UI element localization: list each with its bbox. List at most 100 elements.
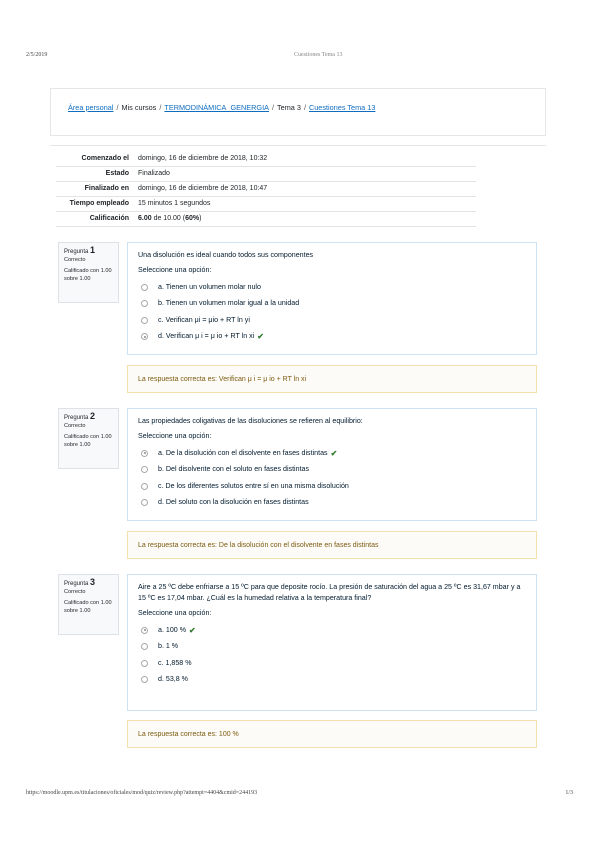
question-status: Correcto: [64, 422, 86, 429]
breadcrumb-separator: /: [159, 103, 162, 112]
summary-value: 6.00 de 10.00 (60%): [135, 212, 201, 226]
grade-percent: 60%: [185, 215, 200, 222]
question-grade: Calificado con 1.00 sobre 1.00: [64, 434, 112, 448]
answer-option-label: c. Verifican μi = μio + RT ln yi: [158, 315, 250, 324]
radio-button[interactable]: [141, 466, 148, 474]
print-page-number: 1/3: [565, 790, 573, 796]
question-2-content: Las propiedades coligativas de las disol…: [127, 408, 537, 521]
breadcrumb-separator: /: [116, 103, 119, 112]
question-1-info: Pregunta 1 Correcto Calificado con 1.00 …: [58, 242, 119, 303]
answer-option-label: b. Tienen un volumen molar igual a la un…: [158, 299, 300, 308]
correct-answer-text: La respuesta correcta es: Verifican μ i …: [138, 375, 307, 383]
answer-option-label: a. 100 %: [158, 625, 187, 634]
answer-option[interactable]: b. Del disolvente con el soluto en fases…: [138, 462, 526, 479]
question-3-info: Pregunta 3 Correcto Calificado con 1.00 …: [58, 574, 119, 635]
question-2-info: Pregunta 2 Correcto Calificado con 1.00 …: [58, 408, 119, 469]
radio-button[interactable]: [141, 676, 148, 684]
select-prompt: Seleccione una opción:: [138, 432, 212, 440]
select-prompt: Seleccione una opción:: [138, 266, 212, 274]
print-url: https://moodle.upm.es/titulaciones/ofici…: [26, 790, 258, 796]
check-icon: ✔: [330, 448, 338, 458]
radio-button[interactable]: [141, 482, 148, 490]
summary-label: Calificación: [89, 215, 129, 222]
question-2-feedback: La respuesta correcta es: De la disoluci…: [127, 531, 537, 559]
answer-option-label: d. 53,8 %: [158, 675, 188, 684]
radio-button[interactable]: [141, 316, 148, 324]
question-label: Pregunta: [64, 581, 89, 587]
breadcrumb-quiz-link[interactable]: Cuestiones Tema 13: [309, 103, 375, 112]
summary-label: Finalizado en: [84, 185, 129, 192]
question-status: Correcto: [64, 256, 86, 263]
summary-label: Comenzado el: [81, 155, 129, 162]
summary-row-finished: Finalizado en domingo, 16 de diciembre d…: [56, 182, 476, 197]
summary-row-started: Comenzado el domingo, 16 de diciembre de…: [56, 152, 476, 167]
print-date: 2/5/2019: [26, 52, 48, 58]
answer-option-label: a. De la disolución con el disolvente en…: [158, 448, 328, 457]
breadcrumb-course-link[interactable]: TERMODINÁMICA_GENERGIA: [164, 103, 269, 112]
question-label: Pregunta: [64, 415, 89, 421]
check-icon: ✔: [257, 332, 264, 342]
question-number-value: 3: [90, 577, 96, 587]
question-number-value: 1: [90, 245, 96, 255]
summary-row-grade: Calificación 6.00 de 10.00 (60%): [56, 212, 476, 227]
summary-value: Finalizado: [138, 170, 170, 177]
question-number: Pregunta 2: [64, 411, 113, 423]
summary-value: 15 minutos 1 segundos: [138, 200, 211, 207]
question-label: Pregunta: [64, 249, 89, 255]
grade-out-of: de 10.00 (: [151, 215, 186, 222]
radio-button-selected[interactable]: [141, 333, 148, 341]
answer-option[interactable]: d. Del soluto con la disolución en fases…: [138, 495, 526, 512]
question-number: Pregunta 1: [64, 245, 113, 257]
select-prompt: Seleccione una opción:: [138, 609, 212, 617]
answer-option-label: d. Del soluto con la disolución en fases…: [158, 498, 309, 507]
summary-label: Estado: [105, 170, 129, 177]
radio-button[interactable]: [141, 659, 148, 667]
answer-option[interactable]: b. Tienen un volumen molar igual a la un…: [138, 296, 526, 313]
answer-option-selected[interactable]: d. Verifican μ i = μ io + RT ln xi ✔: [138, 329, 526, 346]
answer-option-label: c. De los diferentes solutos entre sí en…: [158, 481, 349, 490]
question-text: Una disolución es ideal cuando todos sus…: [138, 251, 314, 259]
answer-option-label: b. 1 %: [158, 642, 179, 651]
question-number-value: 2: [90, 411, 96, 421]
question-1-feedback: La respuesta correcta es: Verifican μ i …: [127, 365, 537, 393]
breadcrumb: Área personal / Mis cursos / TERMODINÁMICA_G…: [68, 103, 375, 112]
answer-option[interactable]: a. Tienen un volumen molar nulo: [138, 279, 526, 296]
answer-option[interactable]: c. 1,858 %: [138, 655, 526, 672]
question-text: Aire a 25 ºC debe enfriarse a 15 ºC para…: [138, 583, 521, 602]
answer-option-label: d. Verifican μ i = μ io + RT ln xi: [158, 332, 255, 341]
answer-option-label: b. Del disolvente con el soluto en fases…: [158, 465, 310, 474]
radio-button-selected[interactable]: [141, 626, 148, 634]
attempt-summary-table: Comenzado el domingo, 16 de diciembre de…: [56, 152, 476, 227]
answer-option[interactable]: c. De los diferentes solutos entre sí en…: [138, 478, 526, 495]
summary-value: domingo, 16 de diciembre de 2018, 10:32: [138, 155, 268, 162]
question-text: Las propiedades coligativas de las disol…: [138, 417, 363, 425]
radio-button[interactable]: [141, 643, 148, 651]
breadcrumb-topic: Tema 3: [277, 103, 301, 112]
check-icon: ✔: [189, 625, 196, 635]
question-number: Pregunta 3: [64, 577, 113, 589]
breadcrumb-bar: Área personal / Mis cursos / TERMODINÁMICA_G…: [50, 88, 546, 136]
answer-option[interactable]: b. 1 %: [138, 639, 526, 656]
answer-option-label: c. 1,858 %: [158, 658, 192, 667]
breadcrumb-separator: /: [303, 103, 306, 112]
question-3-content: Aire a 25 ºC debe enfriarse a 15 ºC para…: [127, 574, 537, 711]
answer-option-selected[interactable]: a. De la disolución con el disolvente en…: [138, 445, 526, 462]
radio-button[interactable]: [141, 300, 148, 308]
question-3-feedback: La respuesta correcta es: 100 %: [127, 720, 537, 748]
answer-option[interactable]: c. Verifican μi = μio + RT ln yi: [138, 312, 526, 329]
summary-label: Tiempo empleado: [69, 200, 129, 207]
radio-button[interactable]: [141, 283, 148, 291]
question-status: Correcto: [64, 588, 86, 595]
radio-button-selected[interactable]: [141, 449, 148, 457]
grade-close: ): [199, 215, 202, 222]
answer-option-label: a. Tienen un volumen molar nulo: [158, 282, 261, 291]
print-title: Cuestiones Tema 13: [294, 52, 343, 58]
question-grade: Calificado con 1.00 sobre 1.00: [64, 268, 112, 282]
print-header: 2/5/2019 Cuestiones Tema 13: [26, 52, 573, 62]
answer-option-selected[interactable]: a. 100 % ✔: [138, 622, 526, 639]
summary-value: domingo, 16 de diciembre de 2018, 10:47: [138, 185, 268, 192]
summary-row-time-taken: Tiempo empleado 15 minutos 1 segundos: [56, 197, 476, 212]
breadcrumb-home-link[interactable]: Área personal: [68, 103, 113, 112]
radio-button[interactable]: [141, 499, 148, 507]
answer-option[interactable]: d. 53,8 %: [138, 672, 526, 689]
